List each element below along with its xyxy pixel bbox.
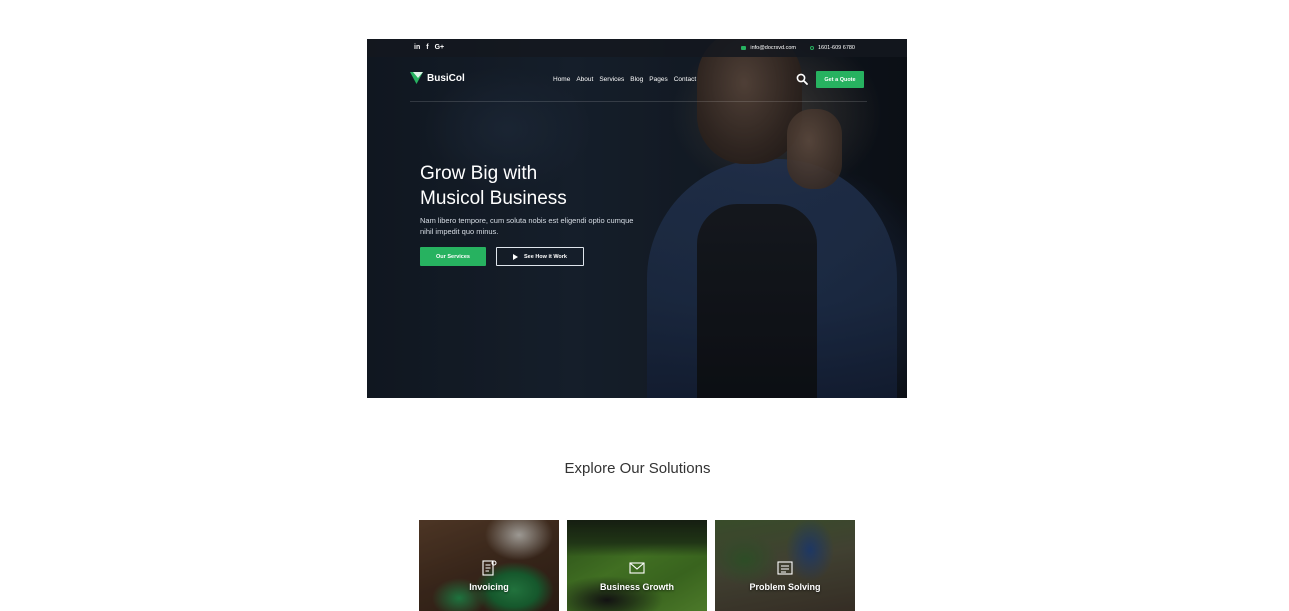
- solution-card-problem-solving[interactable]: Problem Solving: [715, 520, 855, 611]
- play-icon: [513, 253, 518, 260]
- see-how-button[interactable]: See How it Work: [496, 247, 584, 266]
- contact-info: info@docrsvd.com 1601-609 6780: [741, 43, 855, 53]
- nav-menu: Home About Services Blog Pages Contact: [553, 75, 696, 85]
- phone-item[interactable]: 1601-609 6780: [809, 43, 855, 53]
- nav-item-blog[interactable]: Blog: [630, 75, 643, 85]
- hero-preview: in f G+ info@docrsvd.com 1601-609 6780 B…: [367, 39, 907, 398]
- logo[interactable]: BusiCol: [410, 72, 465, 84]
- main-navbar: BusiCol Home About Services Blog Pages C…: [410, 71, 865, 95]
- nav-item-contact[interactable]: Contact: [674, 75, 696, 85]
- top-bar: in f G+ info@docrsvd.com 1601-609 6780: [367, 39, 907, 57]
- social-links: in f G+: [414, 43, 444, 53]
- nav-item-pages[interactable]: Pages: [649, 75, 667, 85]
- envelope-icon: [629, 562, 645, 574]
- hero-text: Grow Big with Musicol Business Nam liber…: [420, 161, 680, 237]
- see-how-label: See How it Work: [524, 253, 567, 260]
- hero-title-line1: Grow Big with: [420, 163, 538, 184]
- our-services-button[interactable]: Our Services: [420, 247, 486, 266]
- nav-divider: [410, 101, 867, 102]
- nav-item-home[interactable]: Home: [553, 75, 570, 85]
- card-label: Problem Solving: [749, 582, 821, 592]
- solution-card-business-growth[interactable]: Business Growth: [567, 520, 707, 611]
- search-icon[interactable]: [796, 73, 808, 85]
- solution-cards: Invoicing Business Growth Problem Solvin…: [419, 520, 855, 611]
- hero-description: Nam libero tempore, cum soluta nobis est…: [420, 216, 634, 236]
- linkedin-icon[interactable]: in: [414, 43, 420, 53]
- hero-buttons: Our Services See How it Work: [420, 247, 584, 266]
- google-plus-icon[interactable]: G+: [435, 43, 445, 53]
- facebook-icon[interactable]: f: [426, 43, 428, 53]
- phone-icon: [809, 46, 814, 50]
- phone-text: 1601-609 6780: [817, 45, 855, 51]
- email-item[interactable]: info@docrsvd.com: [741, 43, 796, 53]
- solutions-title: Explore Our Solutions: [564, 460, 711, 477]
- nav-item-about[interactable]: About: [576, 75, 593, 85]
- hero-title: Grow Big with Musicol Business: [420, 161, 680, 211]
- nav-item-services[interactable]: Services: [599, 75, 624, 85]
- get-quote-button[interactable]: Get a Quote: [816, 71, 864, 88]
- card-label: Business Growth: [599, 582, 674, 592]
- envelope-icon: [741, 46, 747, 50]
- invoice-icon: [482, 560, 497, 576]
- logo-icon: [410, 72, 423, 84]
- checklist-icon: [777, 561, 793, 575]
- card-label: Invoicing: [469, 582, 509, 592]
- email-text: info@docrsvd.com: [750, 45, 796, 51]
- hero-title-line2: Musicol Business: [420, 188, 567, 209]
- solution-card-invoicing[interactable]: Invoicing: [419, 520, 559, 611]
- brand-name: BusiCol: [427, 72, 465, 84]
